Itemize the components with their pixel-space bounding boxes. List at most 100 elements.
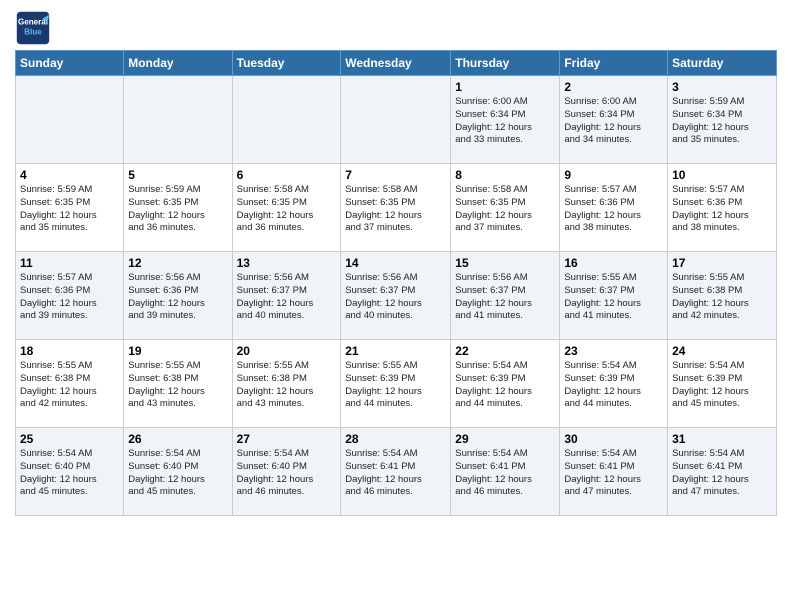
calendar-cell: 3 Sunrise: 5:59 AM Sunset: 6:34 PM Daylig…	[668, 76, 777, 164]
calendar-cell: 20 Sunrise: 5:55 AM Sunset: 6:38 PM Dayli…	[232, 340, 341, 428]
calendar-cell: 7Sunrise: 5:58 AM Sunset: 6:35 PM Daylig…	[341, 164, 451, 252]
day-info: Sunrise: 5:59 AM Sunset: 6:35 PM Dayligh…	[128, 184, 227, 235]
day-info: Sunrise: 5:54 AM Sunset: 6:41 PM Dayligh…	[672, 448, 772, 499]
day-number: 25	[20, 432, 119, 446]
calendar-cell: 2Sunrise: 6:00 AM Sunset: 6:34 PM Daylig…	[560, 76, 668, 164]
day-number: 21	[345, 344, 446, 358]
day-number: 29	[455, 432, 555, 446]
day-number: 28	[345, 432, 446, 446]
day-number: 6	[237, 168, 337, 182]
day-info: Sunrise: 5:59 AM Sunset: 6:34 PM Dayligh…	[672, 96, 772, 147]
day-info: Sunrise: 5:58 AM Sunset: 6:35 PM Dayligh…	[455, 184, 555, 235]
calendar-cell: 24Sunrise: 5:54 AM Sunset: 6:39 PM Dayli…	[668, 340, 777, 428]
calendar-cell	[16, 76, 124, 164]
calendar-table: SundayMondayTuesdayWednesdayThursdayFrid…	[15, 50, 777, 516]
svg-text:Blue: Blue	[24, 27, 42, 36]
day-info: Sunrise: 5:54 AM Sunset: 6:41 PM Dayligh…	[455, 448, 555, 499]
day-info: Sunrise: 5:56 AM Sunset: 6:37 PM Dayligh…	[237, 272, 337, 323]
calendar-cell: 4 Sunrise: 5:59 AM Sunset: 6:35 PM Daylig…	[16, 164, 124, 252]
calendar-cell: 28 Sunrise: 5:54 AM Sunset: 6:41 PM Dayli…	[341, 428, 451, 516]
calendar-cell: 5 Sunrise: 5:59 AM Sunset: 6:35 PM Daylig…	[124, 164, 232, 252]
day-info: Sunrise: 6:00 AM Sunset: 6:34 PM Dayligh…	[455, 96, 555, 147]
day-number: 18	[20, 344, 119, 358]
day-number: 22	[455, 344, 555, 358]
calendar-cell: 6 Sunrise: 5:58 AM Sunset: 6:35 PM Daylig…	[232, 164, 341, 252]
day-info: Sunrise: 5:55 AM Sunset: 6:38 PM Dayligh…	[237, 360, 337, 411]
calendar-cell: 29 Sunrise: 5:54 AM Sunset: 6:41 PM Dayli…	[451, 428, 560, 516]
day-info: Sunrise: 5:57 AM Sunset: 6:36 PM Dayligh…	[564, 184, 663, 235]
day-info: Sunrise: 5:55 AM Sunset: 6:38 PM Dayligh…	[128, 360, 227, 411]
day-number: 26	[128, 432, 227, 446]
day-number: 27	[237, 432, 337, 446]
calendar-cell: 21 Sunrise: 5:55 AM Sunset: 6:39 PM Dayli…	[341, 340, 451, 428]
calendar-cell: 30Sunrise: 5:54 AM Sunset: 6:41 PM Dayli…	[560, 428, 668, 516]
day-info: Sunrise: 5:54 AM Sunset: 6:40 PM Dayligh…	[237, 448, 337, 499]
week-row-2: 4 Sunrise: 5:59 AM Sunset: 6:35 PM Daylig…	[16, 164, 777, 252]
calendar-cell: 19 Sunrise: 5:55 AM Sunset: 6:38 PM Dayli…	[124, 340, 232, 428]
calendar-cell: 13 Sunrise: 5:56 AM Sunset: 6:37 PM Dayli…	[232, 252, 341, 340]
day-number: 3	[672, 80, 772, 94]
logo: General Blue	[15, 10, 51, 46]
calendar-cell	[124, 76, 232, 164]
week-row-1: 1 Sunrise: 6:00 AM Sunset: 6:34 PM Daylig…	[16, 76, 777, 164]
day-number: 4	[20, 168, 119, 182]
calendar-header-friday: Friday	[560, 51, 668, 76]
day-info: Sunrise: 5:54 AM Sunset: 6:40 PM Dayligh…	[20, 448, 119, 499]
calendar-header-row: SundayMondayTuesdayWednesdayThursdayFrid…	[16, 51, 777, 76]
day-info: Sunrise: 5:58 AM Sunset: 6:35 PM Dayligh…	[237, 184, 337, 235]
day-number: 12	[128, 256, 227, 270]
day-info: Sunrise: 5:55 AM Sunset: 6:38 PM Dayligh…	[672, 272, 772, 323]
calendar-cell: 16 Sunrise: 5:55 AM Sunset: 6:37 PM Dayli…	[560, 252, 668, 340]
calendar-body: 1 Sunrise: 6:00 AM Sunset: 6:34 PM Daylig…	[16, 76, 777, 516]
day-info: Sunrise: 5:56 AM Sunset: 6:37 PM Dayligh…	[455, 272, 555, 323]
day-number: 31	[672, 432, 772, 446]
calendar-cell: 14Sunrise: 5:56 AM Sunset: 6:37 PM Dayli…	[341, 252, 451, 340]
calendar-cell: 9 Sunrise: 5:57 AM Sunset: 6:36 PM Daylig…	[560, 164, 668, 252]
day-info: Sunrise: 5:54 AM Sunset: 6:39 PM Dayligh…	[564, 360, 663, 411]
week-row-4: 18 Sunrise: 5:55 AM Sunset: 6:38 PM Dayli…	[16, 340, 777, 428]
day-info: Sunrise: 6:00 AM Sunset: 6:34 PM Dayligh…	[564, 96, 663, 147]
day-info: Sunrise: 5:54 AM Sunset: 6:39 PM Dayligh…	[455, 360, 555, 411]
day-number: 8	[455, 168, 555, 182]
calendar-cell: 26 Sunrise: 5:54 AM Sunset: 6:40 PM Dayli…	[124, 428, 232, 516]
day-number: 9	[564, 168, 663, 182]
calendar-cell: 31 Sunrise: 5:54 AM Sunset: 6:41 PM Dayli…	[668, 428, 777, 516]
calendar-header-tuesday: Tuesday	[232, 51, 341, 76]
calendar-header-sunday: Sunday	[16, 51, 124, 76]
calendar-header-saturday: Saturday	[668, 51, 777, 76]
day-number: 7	[345, 168, 446, 182]
calendar-cell: 27 Sunrise: 5:54 AM Sunset: 6:40 PM Dayli…	[232, 428, 341, 516]
day-number: 16	[564, 256, 663, 270]
week-row-3: 11 Sunrise: 5:57 AM Sunset: 6:36 PM Dayli…	[16, 252, 777, 340]
day-info: Sunrise: 5:57 AM Sunset: 6:36 PM Dayligh…	[20, 272, 119, 323]
day-info: Sunrise: 5:54 AM Sunset: 6:39 PM Dayligh…	[672, 360, 772, 411]
day-number: 13	[237, 256, 337, 270]
day-info: Sunrise: 5:54 AM Sunset: 6:40 PM Dayligh…	[128, 448, 227, 499]
logo-icon: General Blue	[15, 10, 51, 46]
calendar-cell	[341, 76, 451, 164]
calendar-cell: 25 Sunrise: 5:54 AM Sunset: 6:40 PM Dayli…	[16, 428, 124, 516]
day-info: Sunrise: 5:57 AM Sunset: 6:36 PM Dayligh…	[672, 184, 772, 235]
day-number: 23	[564, 344, 663, 358]
day-number: 20	[237, 344, 337, 358]
day-info: Sunrise: 5:54 AM Sunset: 6:41 PM Dayligh…	[345, 448, 446, 499]
day-info: Sunrise: 5:59 AM Sunset: 6:35 PM Dayligh…	[20, 184, 119, 235]
day-info: Sunrise: 5:55 AM Sunset: 6:39 PM Dayligh…	[345, 360, 446, 411]
day-info: Sunrise: 5:55 AM Sunset: 6:37 PM Dayligh…	[564, 272, 663, 323]
week-row-5: 25 Sunrise: 5:54 AM Sunset: 6:40 PM Dayli…	[16, 428, 777, 516]
calendar-cell: 12Sunrise: 5:56 AM Sunset: 6:36 PM Dayli…	[124, 252, 232, 340]
day-number: 5	[128, 168, 227, 182]
calendar-cell: 10Sunrise: 5:57 AM Sunset: 6:36 PM Dayli…	[668, 164, 777, 252]
calendar-header-thursday: Thursday	[451, 51, 560, 76]
calendar-header-wednesday: Wednesday	[341, 51, 451, 76]
day-number: 19	[128, 344, 227, 358]
calendar-cell: 1 Sunrise: 6:00 AM Sunset: 6:34 PM Daylig…	[451, 76, 560, 164]
calendar-cell	[232, 76, 341, 164]
day-info: Sunrise: 5:56 AM Sunset: 6:37 PM Dayligh…	[345, 272, 446, 323]
calendar-cell: 17Sunrise: 5:55 AM Sunset: 6:38 PM Dayli…	[668, 252, 777, 340]
calendar-cell: 18Sunrise: 5:55 AM Sunset: 6:38 PM Dayli…	[16, 340, 124, 428]
day-number: 11	[20, 256, 119, 270]
day-number: 1	[455, 80, 555, 94]
calendar-cell: 22 Sunrise: 5:54 AM Sunset: 6:39 PM Dayli…	[451, 340, 560, 428]
calendar-header-monday: Monday	[124, 51, 232, 76]
